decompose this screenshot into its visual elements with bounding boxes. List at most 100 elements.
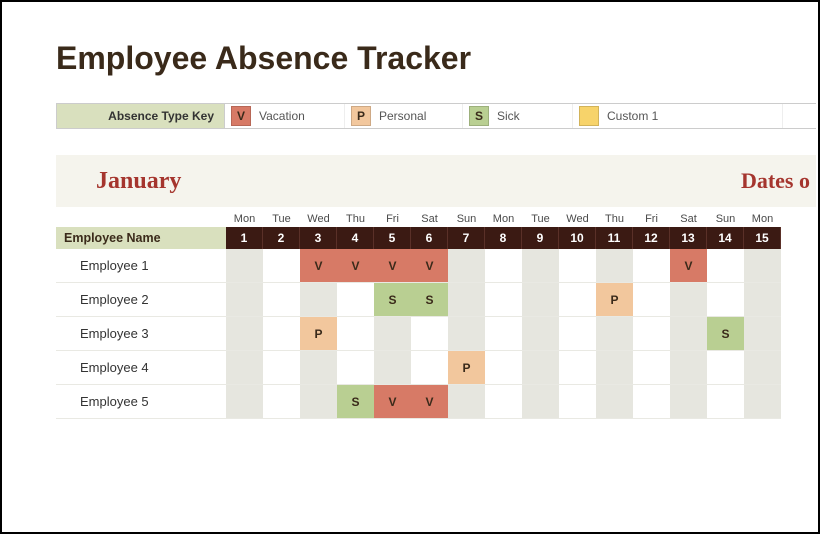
absence-cell[interactable]: [596, 249, 633, 283]
month-name: January: [56, 168, 266, 195]
absence-cell[interactable]: [559, 317, 596, 351]
legend-chip: [579, 106, 599, 126]
legend-item: Custom 1: [573, 104, 783, 128]
absence-cell[interactable]: [707, 385, 744, 419]
dates-label: Dates o: [741, 168, 810, 194]
day-number: 10: [559, 227, 596, 249]
absence-cell[interactable]: [522, 385, 559, 419]
absence-cell[interactable]: [263, 283, 300, 317]
absence-cell[interactable]: [226, 351, 263, 385]
absence-cell[interactable]: [226, 283, 263, 317]
absence-cell[interactable]: [670, 385, 707, 419]
absence-cell[interactable]: S: [707, 317, 744, 351]
absence-cell[interactable]: [633, 351, 670, 385]
absence-cell[interactable]: [707, 351, 744, 385]
month-header-bar: January Dates o: [56, 155, 816, 207]
absence-cell[interactable]: [374, 317, 411, 351]
page-title: Employee Absence Tracker: [56, 40, 818, 77]
legend-chip: P: [351, 106, 371, 126]
absence-cell[interactable]: [485, 351, 522, 385]
absence-cell[interactable]: [300, 283, 337, 317]
day-number: 12: [633, 227, 670, 249]
day-number: 2: [263, 227, 300, 249]
absence-cell[interactable]: [300, 351, 337, 385]
absence-cell[interactable]: [522, 283, 559, 317]
absence-cell[interactable]: V: [411, 249, 448, 283]
absence-cell[interactable]: P: [596, 283, 633, 317]
absence-cell[interactable]: [411, 351, 448, 385]
absence-cell[interactable]: [485, 283, 522, 317]
absence-cell[interactable]: [485, 249, 522, 283]
day-number: 9: [522, 227, 559, 249]
employee-name: Employee 4: [56, 351, 226, 385]
absence-cell[interactable]: [263, 351, 300, 385]
absence-cell[interactable]: [744, 283, 781, 317]
absence-cell[interactable]: [633, 317, 670, 351]
absence-cell[interactable]: [522, 351, 559, 385]
absence-cell[interactable]: [522, 317, 559, 351]
day-of-week: Mon: [485, 207, 522, 227]
absence-cell[interactable]: V: [411, 385, 448, 419]
absence-cell[interactable]: [337, 351, 374, 385]
absence-cell[interactable]: [744, 249, 781, 283]
day-of-week: Tue: [522, 207, 559, 227]
absence-cell[interactable]: [337, 283, 374, 317]
absence-cell[interactable]: [485, 317, 522, 351]
absence-cell[interactable]: [448, 249, 485, 283]
day-number: 11: [596, 227, 633, 249]
absence-cell[interactable]: [263, 317, 300, 351]
absence-cell[interactable]: [559, 283, 596, 317]
absence-cell[interactable]: [522, 249, 559, 283]
absence-cell[interactable]: V: [300, 249, 337, 283]
absence-cell[interactable]: [670, 351, 707, 385]
absence-cell[interactable]: [633, 249, 670, 283]
absence-cell[interactable]: [559, 385, 596, 419]
absence-cell[interactable]: [559, 249, 596, 283]
day-number: 13: [670, 227, 707, 249]
absence-cell[interactable]: [226, 249, 263, 283]
absence-cell[interactable]: [670, 283, 707, 317]
absence-cell[interactable]: [226, 317, 263, 351]
day-of-week: Tue: [263, 207, 300, 227]
legend-label: Sick: [497, 109, 520, 123]
absence-cell[interactable]: [633, 385, 670, 419]
absence-cell[interactable]: P: [300, 317, 337, 351]
absence-cell[interactable]: S: [374, 283, 411, 317]
absence-cell[interactable]: S: [411, 283, 448, 317]
absence-cell[interactable]: [374, 351, 411, 385]
absence-cell[interactable]: [300, 385, 337, 419]
absence-cell[interactable]: [226, 385, 263, 419]
absence-cell[interactable]: [337, 317, 374, 351]
absence-cell[interactable]: [485, 385, 522, 419]
absence-cell[interactable]: [596, 385, 633, 419]
absence-cell[interactable]: [559, 351, 596, 385]
legend-label: Custom 1: [607, 109, 658, 123]
absence-cell[interactable]: V: [337, 249, 374, 283]
absence-cell[interactable]: S: [337, 385, 374, 419]
absence-cell[interactable]: [707, 283, 744, 317]
legend-item: VVacation: [225, 104, 345, 128]
absence-cell[interactable]: [596, 351, 633, 385]
absence-cell[interactable]: V: [374, 249, 411, 283]
day-of-week: Thu: [337, 207, 374, 227]
absence-cell[interactable]: [411, 317, 448, 351]
absence-cell[interactable]: [707, 249, 744, 283]
absence-cell[interactable]: P: [448, 351, 485, 385]
absence-cell[interactable]: [448, 317, 485, 351]
absence-cell[interactable]: [744, 351, 781, 385]
day-of-week: Mon: [226, 207, 263, 227]
day-number: 5: [374, 227, 411, 249]
legend-chip: S: [469, 106, 489, 126]
absence-cell[interactable]: V: [374, 385, 411, 419]
absence-cell[interactable]: [744, 317, 781, 351]
absence-cell[interactable]: [596, 317, 633, 351]
absence-cell[interactable]: [263, 385, 300, 419]
day-number: 14: [707, 227, 744, 249]
absence-cell[interactable]: [448, 283, 485, 317]
absence-cell[interactable]: V: [670, 249, 707, 283]
absence-cell[interactable]: [670, 317, 707, 351]
absence-cell[interactable]: [448, 385, 485, 419]
absence-cell[interactable]: [633, 283, 670, 317]
absence-cell[interactable]: [744, 385, 781, 419]
absence-cell[interactable]: [263, 249, 300, 283]
